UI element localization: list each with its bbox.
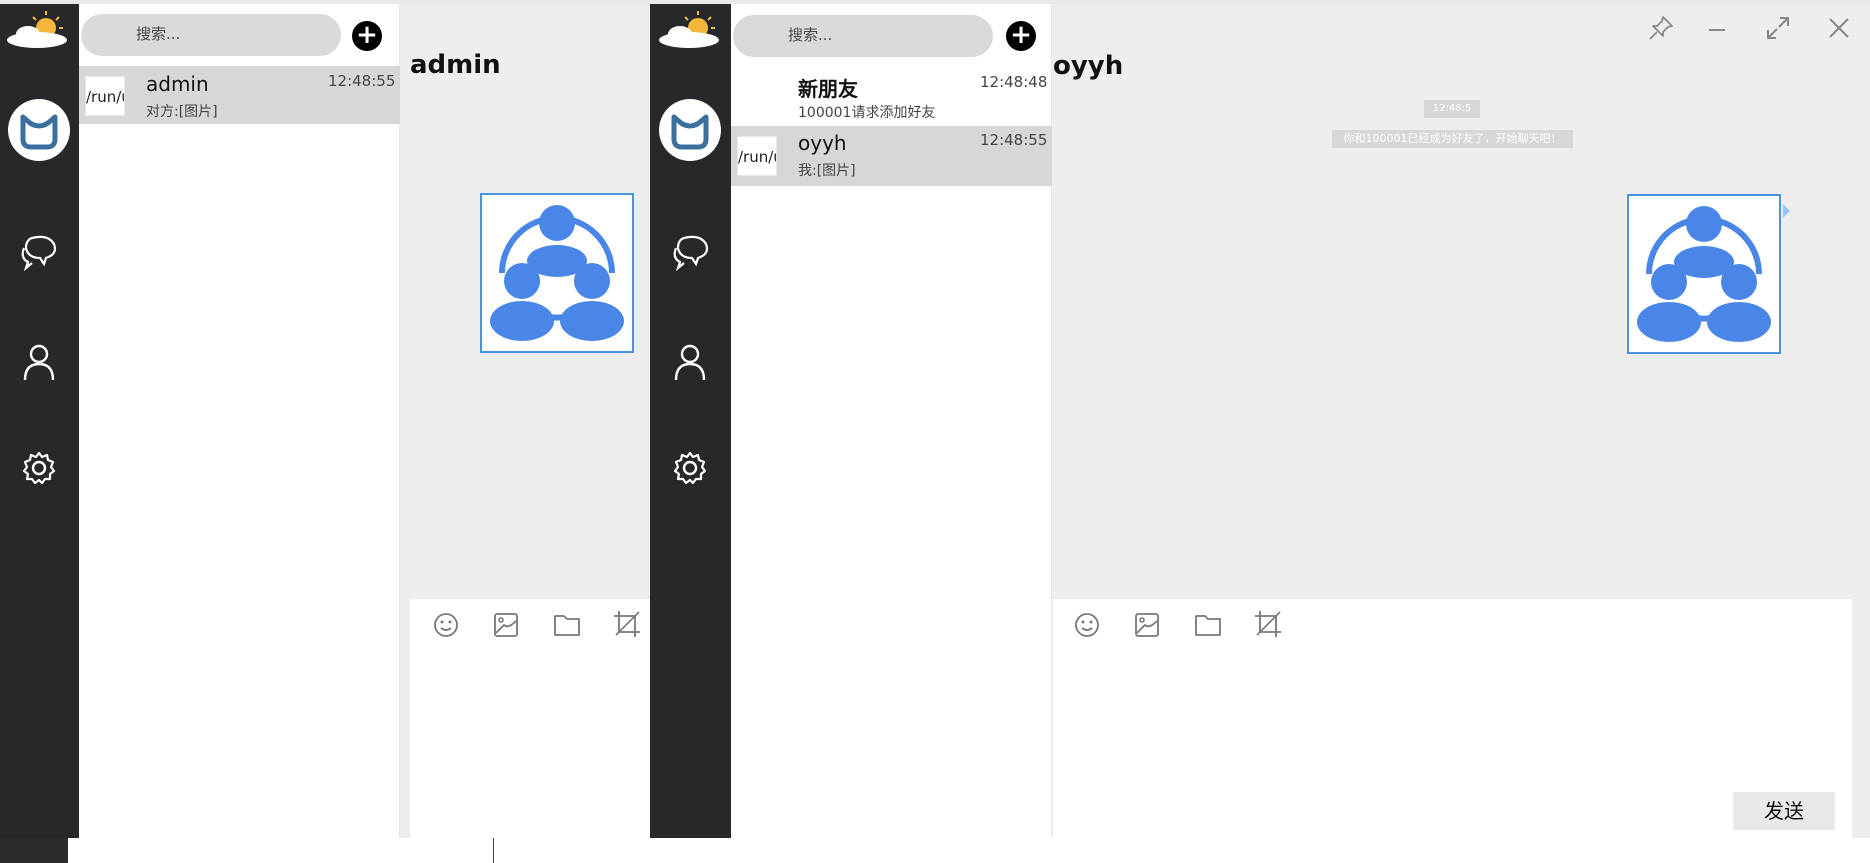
desktop-divider [493, 838, 494, 863]
desktop-bottom-strip [0, 838, 1870, 863]
system-message: 你和100001已经成为好友了，开始聊天吧！ [1332, 130, 1573, 148]
person-icon[interactable] [672, 342, 708, 382]
contact-avatar: /run/user [737, 136, 777, 176]
add-button[interactable]: + [352, 21, 382, 51]
crop-icon[interactable] [612, 609, 642, 639]
chat-bubbles-icon[interactable] [670, 232, 712, 272]
contact-time: 12:48:48 [980, 73, 1048, 91]
avatar[interactable] [8, 99, 70, 161]
folder-icon[interactable] [1193, 611, 1223, 639]
message-image[interactable] [480, 193, 634, 353]
left-window: 搜索... + /run/user admin 12:48:55 对方:[图片]… [0, 4, 650, 838]
list-item[interactable]: /run/user oyyh 12:48:55 我:[图片] [731, 126, 1052, 186]
pin-icon[interactable] [1647, 14, 1675, 42]
contact-time: 12:48:55 [328, 72, 396, 90]
weather-logo-icon [7, 11, 67, 48]
chat-bubbles-icon[interactable] [18, 232, 60, 272]
image-icon[interactable] [492, 611, 520, 639]
maximize-icon[interactable] [1765, 15, 1791, 41]
contact-time: 12:48:55 [980, 131, 1048, 149]
chat-title: admin [410, 50, 501, 80]
right-sidebar [650, 4, 731, 838]
list-item[interactable]: 新朋友 12:48:48 100001请求添加好友 [731, 66, 1052, 124]
contact-name: oyyh [798, 131, 847, 155]
add-button[interactable]: + [1006, 21, 1036, 51]
taskbar-tool-icon[interactable] [0, 838, 68, 863]
crop-icon[interactable] [1253, 609, 1283, 639]
left-sidebar [0, 4, 79, 838]
chat-title: oyyh [1053, 51, 1124, 81]
list-item[interactable]: /run/user admin 12:48:55 对方:[图片] [79, 66, 400, 124]
weather-logo-icon [659, 11, 719, 48]
search-input[interactable]: 搜索... [733, 15, 993, 57]
message-image[interactable] [1627, 194, 1781, 354]
gear-icon[interactable] [672, 450, 708, 486]
right-contact-list: 搜索... + 新朋友 12:48:48 100001请求添加好友 /run/u… [731, 4, 1052, 838]
gear-icon[interactable] [21, 450, 57, 486]
contact-avatar: /run/user [85, 76, 125, 116]
smiley-icon[interactable] [1073, 611, 1101, 639]
system-time-badge: 12:48:5 [1424, 100, 1480, 118]
contact-preview: 对方:[图片] [146, 104, 218, 120]
group-users-icon [1637, 206, 1771, 342]
group-users-icon [490, 205, 624, 341]
smiley-icon[interactable] [432, 611, 460, 639]
message-input-area[interactable]: 发送 [1053, 599, 1852, 838]
close-icon[interactable] [1828, 17, 1850, 39]
person-icon[interactable] [21, 342, 57, 382]
right-window: 搜索... + 新朋友 12:48:48 100001请求添加好友 /run/u… [650, 4, 1870, 838]
left-contact-list: 搜索... + /run/user admin 12:48:55 对方:[图片] [79, 4, 400, 838]
folder-icon[interactable] [552, 611, 582, 639]
minimize-icon[interactable] [1705, 18, 1729, 42]
message-input-area[interactable] [410, 599, 650, 838]
search-input[interactable]: 搜索... [81, 14, 341, 56]
right-chat-pane: oyyh 12:48:5 你和100001已经成为好友了，开始聊天吧！ 发送 [1052, 4, 1870, 838]
contact-name: admin [146, 72, 209, 96]
image-icon[interactable] [1133, 611, 1161, 639]
contact-preview: 100001请求添加好友 [798, 105, 936, 121]
contact-preview: 我:[图片] [798, 163, 856, 179]
contact-name: 新朋友 [798, 77, 858, 101]
send-button[interactable]: 发送 [1733, 792, 1835, 830]
avatar[interactable] [659, 99, 721, 161]
bubble-arrow [1783, 204, 1790, 218]
left-chat-pane: admin [400, 4, 650, 838]
